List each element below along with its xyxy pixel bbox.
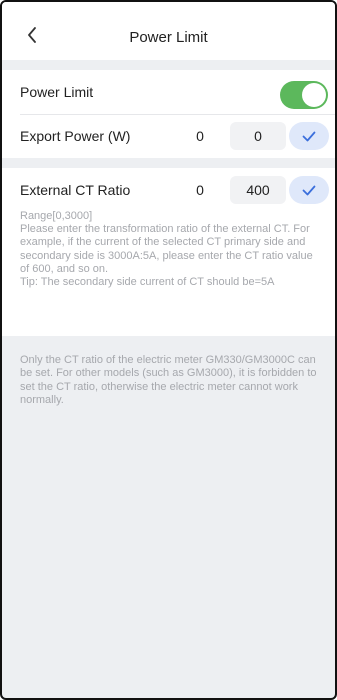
power-limit-row: Power Limit [2, 70, 335, 114]
checkmark-icon [302, 185, 316, 195]
ct-ratio-label: External CT Ratio [20, 182, 131, 198]
header-bar: Power Limit [2, 2, 335, 60]
ct-ratio-input[interactable]: 400 [230, 176, 286, 204]
ct-ratio-description: Please enter the transformation ratio of… [20, 223, 313, 275]
export-power-input[interactable]: 0 [230, 122, 286, 150]
power-limit-label: Power Limit [20, 84, 94, 100]
checkmark-icon [302, 131, 316, 141]
export-power-row: Export Power (W) 0 0 [2, 114, 335, 158]
ct-ratio-current-value: 0 [196, 182, 204, 198]
ct-ratio-help: Range[0,3000] Please enter the transform… [20, 210, 320, 289]
app-screen: Power Limit Power Limit Export Power (W)… [0, 0, 337, 700]
power-limit-toggle[interactable] [280, 81, 328, 109]
export-power-label: Export Power (W) [20, 128, 131, 144]
meter-compatibility-note: Only the CT ratio of the electric meter … [20, 354, 317, 407]
toggle-knob [302, 83, 326, 107]
export-power-confirm-button[interactable] [289, 122, 329, 150]
export-power-current-value: 0 [196, 128, 204, 144]
ct-ratio-confirm-button[interactable] [289, 176, 329, 204]
power-limit-section: Power Limit Export Power (W) 0 0 [2, 70, 335, 158]
page-title: Power Limit [129, 29, 208, 46]
ct-ratio-row: External CT Ratio 0 400 [2, 168, 335, 212]
ct-ratio-tip: Tip: The secondary side current of CT sh… [20, 276, 275, 289]
ct-ratio-range: Range[0,3000] [20, 210, 93, 222]
ct-ratio-section: External CT Ratio 0 400 Range[0,3000] Pl… [2, 168, 335, 336]
